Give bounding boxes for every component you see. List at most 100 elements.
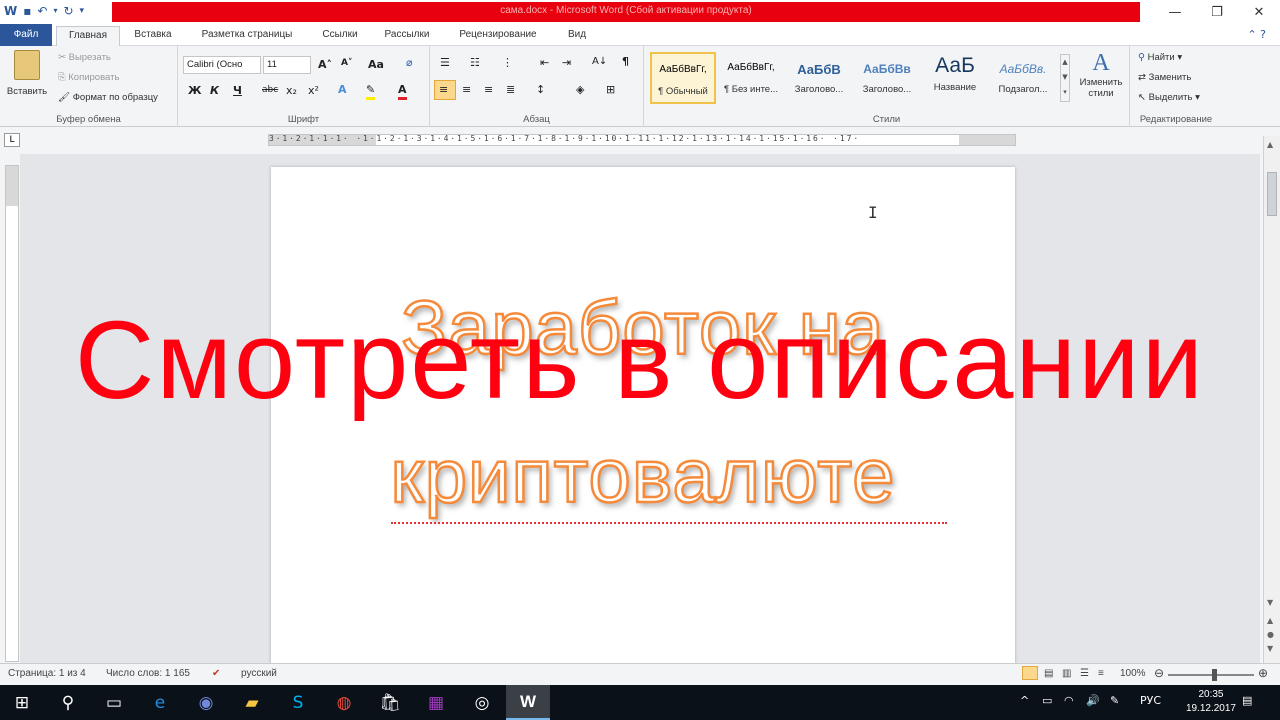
change-styles-button[interactable]: A Изменить стили bbox=[1072, 50, 1130, 110]
task-view-icon[interactable]: ▭ bbox=[92, 685, 136, 720]
tab-page-layout[interactable]: Разметка страницы bbox=[188, 26, 306, 46]
justify-icon[interactable]: ≣ bbox=[506, 83, 515, 96]
style-normal[interactable]: АаБбВвГг, ¶ Обычный bbox=[650, 52, 716, 104]
volume-icon[interactable]: 🔊 bbox=[1086, 694, 1100, 707]
clear-formatting-icon[interactable]: ⌀ bbox=[406, 56, 413, 69]
tab-view[interactable]: Вид bbox=[556, 26, 598, 46]
find-button[interactable]: ⚲ Найти ▾ bbox=[1138, 52, 1182, 63]
subscript-button[interactable]: x₂ bbox=[286, 84, 297, 97]
full-screen-reading-icon[interactable]: ▤ bbox=[1044, 668, 1053, 679]
select-button[interactable]: ↖ Выделить ▾ bbox=[1138, 92, 1200, 103]
scroll-thumb[interactable] bbox=[1267, 172, 1277, 216]
windows-start-icon[interactable]: ⊞ bbox=[0, 685, 44, 720]
underline-button[interactable]: Ч bbox=[233, 84, 242, 97]
replace-button[interactable]: ⇄ Заменить bbox=[1138, 72, 1191, 83]
outline-icon[interactable]: ☰ bbox=[1080, 668, 1089, 679]
chrome-icon[interactable]: ◍ bbox=[322, 685, 366, 720]
obs-icon[interactable]: ◎ bbox=[460, 685, 504, 720]
draft-icon[interactable]: ≡ bbox=[1098, 668, 1104, 679]
prev-page-icon[interactable]: ▲ bbox=[1267, 616, 1273, 625]
superscript-button[interactable]: x² bbox=[308, 84, 319, 97]
network-icon[interactable]: ◠ bbox=[1064, 694, 1074, 707]
zoom-out-icon[interactable]: ⊖ bbox=[1154, 666, 1164, 680]
action-center-icon[interactable]: ▤ bbox=[1242, 694, 1252, 707]
tab-insert[interactable]: Вставка bbox=[124, 26, 182, 46]
sort-icon[interactable]: A↓ bbox=[592, 56, 607, 67]
wordart-line-2[interactable]: криптовалюте bbox=[271, 433, 1015, 521]
redo-icon[interactable]: ↻ bbox=[63, 2, 73, 20]
discord-icon[interactable]: ◉ bbox=[184, 685, 228, 720]
change-case-button[interactable]: Аа bbox=[368, 58, 384, 71]
tab-selector-icon[interactable]: L bbox=[4, 133, 20, 147]
zoom-in-icon[interactable]: ⊕ bbox=[1258, 666, 1268, 680]
word-taskbar-icon[interactable]: W bbox=[506, 685, 550, 720]
format-painter-button[interactable]: 🖌 Формат по образцу bbox=[58, 92, 158, 103]
tab-review[interactable]: Рецензирование bbox=[446, 26, 550, 46]
paste-button[interactable]: Вставить bbox=[4, 50, 50, 110]
style-heading-2[interactable]: АаБбВв Заголово... bbox=[854, 52, 920, 104]
undo-icon[interactable]: ↶ bbox=[37, 2, 47, 20]
close-icon[interactable]: ✕ bbox=[1238, 0, 1280, 24]
print-layout-icon[interactable] bbox=[1022, 666, 1038, 680]
align-center-icon[interactable]: ≡ bbox=[462, 83, 471, 96]
align-left-button[interactable]: ≡ bbox=[434, 80, 456, 100]
text-effects-icon[interactable]: A bbox=[338, 83, 347, 96]
cut-button[interactable]: ✂ Вырезать bbox=[58, 52, 111, 63]
dropdown-icon[interactable]: ▾ bbox=[53, 2, 57, 20]
tray-chevron-icon[interactable]: ^ bbox=[1020, 694, 1029, 707]
page-indicator[interactable]: Страница: 1 из 4 bbox=[8, 668, 86, 679]
bold-button[interactable]: Ж bbox=[188, 84, 201, 97]
ribbon-minimize-icon[interactable]: ⌃ ? bbox=[1247, 28, 1266, 41]
pilcrow-button[interactable]: ¶ bbox=[622, 55, 629, 68]
shrink-font-icon[interactable]: A˅ bbox=[341, 58, 352, 68]
borders-icon[interactable]: ⊞ bbox=[606, 83, 615, 96]
strikethrough-button[interactable]: abc bbox=[262, 85, 278, 95]
language-indicator[interactable]: русский bbox=[241, 668, 277, 679]
numbering-icon[interactable]: ☷ bbox=[470, 56, 480, 69]
highlight-icon[interactable]: ✎ bbox=[366, 83, 376, 100]
edge-icon[interactable]: e bbox=[138, 685, 182, 720]
input-language[interactable]: РУС bbox=[1140, 694, 1161, 707]
file-explorer-icon[interactable]: ▰ bbox=[230, 685, 274, 720]
styles-scroll[interactable]: ▲ ▼ ▾ bbox=[1060, 54, 1070, 102]
proofing-icon[interactable]: ✔ bbox=[212, 668, 220, 679]
zoom-level[interactable]: 100% bbox=[1120, 668, 1146, 679]
copy-button[interactable]: ⎘ Копировать bbox=[58, 72, 119, 83]
font-size-input[interactable]: 11 bbox=[263, 56, 311, 74]
zoom-slider-thumb[interactable] bbox=[1212, 669, 1217, 681]
italic-button[interactable]: К bbox=[210, 84, 219, 97]
font-name-input[interactable]: Calibri (Осно bbox=[183, 56, 261, 74]
skype-icon[interactable]: S bbox=[276, 685, 320, 720]
minimize-icon[interactable]: — bbox=[1154, 0, 1196, 24]
scroll-up-icon[interactable]: ▲ bbox=[1267, 140, 1273, 149]
store-icon[interactable]: 🛍 bbox=[368, 685, 412, 720]
horizontal-ruler[interactable]: 3·1·2·1·1·1· ·1·1·2·1·3·1·4·1·5·1·6·1·7·… bbox=[268, 134, 1016, 146]
scroll-down-icon[interactable]: ▼ bbox=[1267, 598, 1273, 607]
customize-qat-icon[interactable]: ▾ bbox=[80, 2, 85, 20]
tab-references[interactable]: Ссылки bbox=[312, 26, 368, 46]
word-count[interactable]: Число слов: 1 165 bbox=[106, 668, 190, 679]
align-right-icon[interactable]: ≡ bbox=[484, 83, 493, 96]
clock[interactable]: 20:35 19.12.2017 bbox=[1186, 688, 1236, 716]
grow-font-icon[interactable]: A˄ bbox=[318, 58, 332, 71]
search-icon[interactable]: ⚲ bbox=[46, 685, 90, 720]
next-page-icon[interactable]: ▼ bbox=[1267, 644, 1273, 653]
style-title[interactable]: АаБ Название bbox=[922, 52, 988, 104]
tab-file[interactable]: Файл bbox=[0, 24, 52, 46]
shading-icon[interactable]: ◈ bbox=[576, 83, 584, 96]
style-no-spacing[interactable]: АаБбВвГг, ¶ Без инте... bbox=[718, 52, 784, 104]
web-layout-icon[interactable]: ▥ bbox=[1062, 668, 1071, 679]
battery-icon[interactable]: ▭ bbox=[1042, 694, 1052, 707]
tab-mailings[interactable]: Рассылки bbox=[374, 26, 440, 46]
style-subtitle[interactable]: АаБбВв. Подзагол... bbox=[990, 52, 1056, 104]
save-icon[interactable]: ▪ bbox=[23, 2, 31, 20]
pen-icon[interactable]: ✎ bbox=[1110, 694, 1119, 707]
increase-indent-icon[interactable]: ⇥ bbox=[562, 56, 571, 69]
style-heading-1[interactable]: АаБбВ Заголово... bbox=[786, 52, 852, 104]
decrease-indent-icon[interactable]: ⇤ bbox=[540, 56, 549, 69]
multilevel-list-icon[interactable]: ⋮ bbox=[502, 56, 513, 69]
font-color-icon[interactable]: A bbox=[398, 83, 407, 100]
winrar-icon[interactable]: ▦ bbox=[414, 685, 458, 720]
browse-object-icon[interactable]: ● bbox=[1267, 630, 1274, 639]
zoom-slider[interactable] bbox=[1168, 674, 1254, 676]
